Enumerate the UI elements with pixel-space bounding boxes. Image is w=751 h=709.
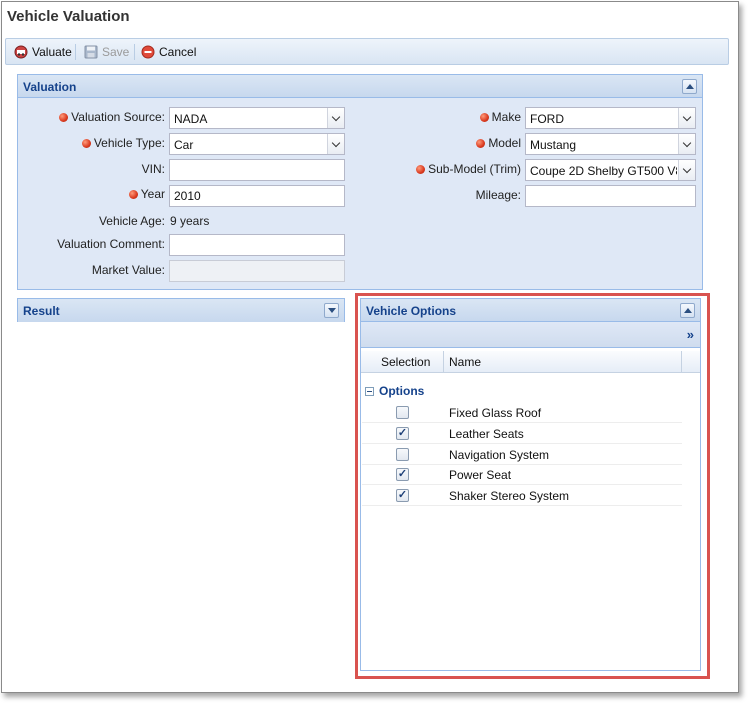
required-icon (59, 113, 69, 122)
result-panel-header[interactable]: Result (18, 299, 344, 322)
mileage-field[interactable] (525, 185, 696, 207)
chevron-down-icon[interactable] (327, 134, 344, 154)
vehicle-age-label: Vehicle Age: (98, 214, 165, 228)
valuate-label: Valuate (32, 45, 72, 59)
vehicle-type-select[interactable]: Car (169, 133, 345, 155)
toolbar: Valuate Save Cancel (5, 38, 729, 65)
toolbar-separator (134, 44, 135, 60)
window-title: Vehicle Valuation (7, 8, 130, 25)
valuation-panel: Valuation Valuation Source: NADA Vehicle… (17, 74, 703, 290)
sub-model-label: Sub-Model (Trim) (416, 162, 521, 176)
valuation-source-label: Valuation Source: (59, 110, 165, 124)
make-select[interactable]: FORD (525, 107, 696, 129)
valuation-panel-header: Valuation (18, 75, 702, 98)
sub-model-select[interactable]: Coupe 2D Shelby GT500 V8 (525, 159, 696, 181)
collapse-up-icon (685, 84, 694, 89)
expand-down-icon (327, 308, 336, 313)
make-label: Make (479, 110, 521, 124)
market-value-label: Market Value: (91, 263, 165, 277)
valuation-panel-title: Valuation (23, 80, 77, 94)
save-button[interactable]: Save (84, 44, 129, 60)
required-icon (81, 139, 91, 148)
valuate-button[interactable]: Valuate (14, 44, 72, 60)
model-select[interactable]: Mustang (525, 133, 696, 155)
required-icon (128, 190, 138, 199)
model-label: Model (476, 136, 521, 150)
year-field[interactable]: 2010 (169, 185, 345, 207)
vehicle-valuation-window: Vehicle Valuation Valuate Save Cancel Va… (1, 1, 739, 693)
valuation-comment-label: Valuation Comment: (57, 237, 165, 251)
required-icon (479, 113, 489, 122)
chevron-down-icon[interactable] (678, 108, 695, 128)
vin-label: VIN: (141, 162, 165, 176)
required-icon (476, 139, 486, 148)
mileage-label: Mileage: (475, 188, 521, 202)
result-panel-title: Result (23, 304, 60, 318)
chevron-down-icon[interactable] (678, 160, 695, 180)
floppy-disk-icon (84, 45, 98, 59)
cancel-icon (141, 45, 155, 59)
chevron-down-icon[interactable] (678, 134, 695, 154)
vehicle-age-value: 9 years (170, 214, 210, 228)
collapse-valuation-button[interactable] (682, 79, 697, 94)
valuation-source-select[interactable]: NADA (169, 107, 345, 129)
market-value-field (169, 260, 345, 282)
cancel-label: Cancel (159, 45, 197, 59)
year-label: Year (128, 187, 165, 201)
save-label: Save (102, 45, 130, 59)
cancel-button[interactable]: Cancel (141, 44, 196, 60)
required-icon (416, 165, 426, 174)
toolbar-separator (75, 44, 76, 60)
result-panel: Result (17, 298, 345, 322)
valuate-icon (14, 45, 28, 59)
vehicle-type-label: Vehicle Type: (81, 136, 165, 150)
highlight-box (355, 293, 710, 679)
valuation-comment-field[interactable] (169, 234, 345, 256)
vin-field[interactable] (169, 159, 345, 181)
expand-result-button[interactable] (324, 303, 339, 318)
chevron-down-icon[interactable] (327, 108, 344, 128)
